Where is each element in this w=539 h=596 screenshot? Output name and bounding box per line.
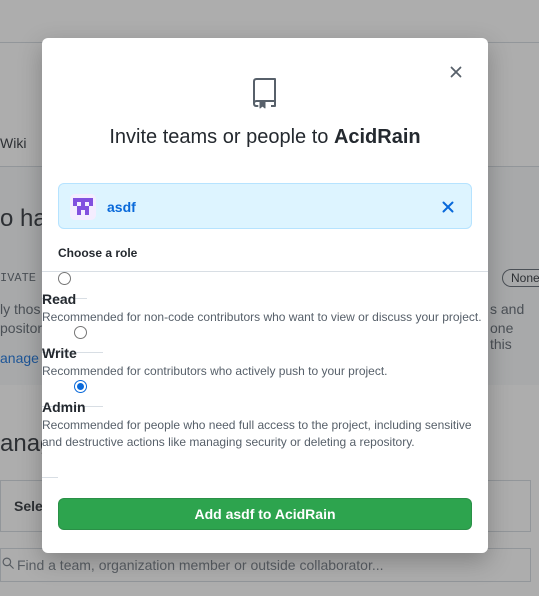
remove-user-button[interactable] — [441, 200, 455, 214]
role-label: Write — [42, 345, 77, 361]
choose-role-label: Choose a role — [58, 246, 138, 260]
invite-dialog: Invite teams or people to AcidRain asdf … — [42, 38, 488, 553]
dialog-title: Invite teams or people to AcidRain — [42, 126, 488, 149]
role-description: Recommended for people who need full acc… — [42, 418, 472, 449]
add-collaborator-button[interactable]: Add asdf to AcidRain — [58, 498, 472, 530]
repo-name: AcidRain — [333, 126, 421, 148]
close-button[interactable] — [448, 64, 464, 80]
x-icon — [450, 66, 462, 78]
dialog-title-prefix: Invite teams or people to — [109, 126, 334, 148]
selected-user-name: asdf — [107, 199, 136, 215]
selected-user-chip: asdf — [58, 183, 472, 229]
role-description: Recommended for non-code contributors wh… — [42, 310, 482, 324]
repo-icon — [253, 78, 276, 109]
role-radio-admin[interactable] — [74, 380, 87, 393]
avatar — [70, 194, 96, 220]
role-radio-read[interactable] — [58, 272, 71, 285]
role-label: Read — [42, 291, 77, 307]
role-option-write[interactable]: Write Recommended for contributors who a… — [42, 316, 488, 407]
role-option-read[interactable]: Read Recommended for non-code contributo… — [42, 262, 488, 353]
role-description: Recommended for contributors who activel… — [42, 364, 388, 378]
role-list: Read Recommended for non-code contributo… — [42, 262, 488, 478]
role-radio-write[interactable] — [74, 326, 87, 339]
role-label: Admin — [42, 399, 86, 415]
x-icon — [442, 201, 454, 213]
role-option-admin[interactable]: Admin Recommended for people who need fu… — [42, 370, 488, 478]
